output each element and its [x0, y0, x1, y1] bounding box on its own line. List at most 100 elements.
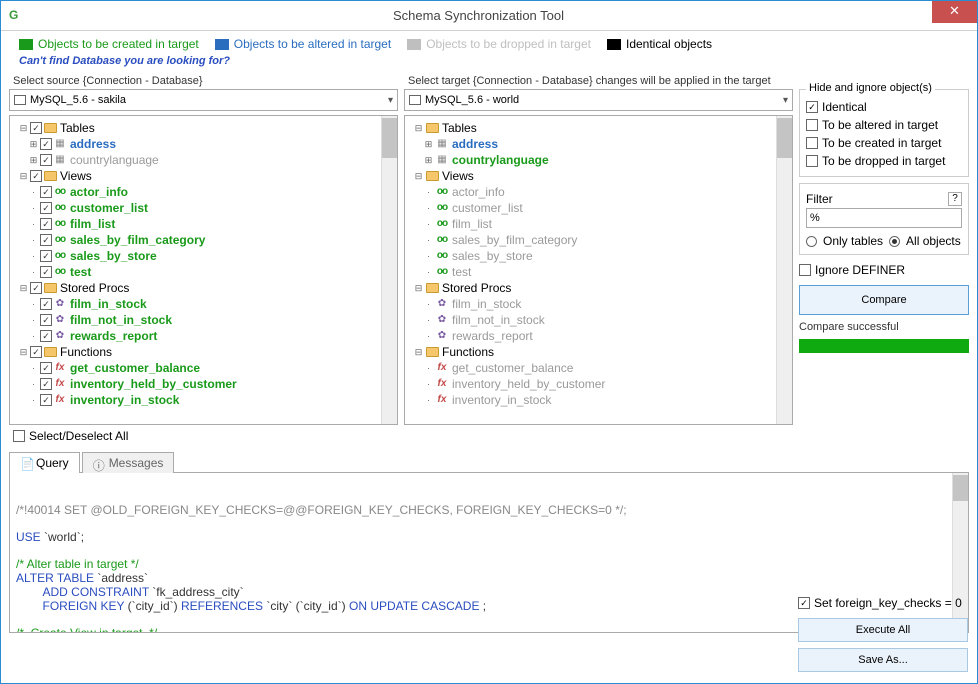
checkbox-icon[interactable]: [40, 250, 52, 262]
expand-icon[interactable]: ⊟: [18, 280, 29, 296]
tree-group[interactable]: ⊟Stored Procs: [14, 280, 397, 296]
expand-icon[interactable]: ⊟: [413, 120, 424, 136]
help-icon[interactable]: ?: [948, 192, 962, 206]
tree-item[interactable]: ·oofilm_list: [409, 216, 792, 232]
tree-item[interactable]: ·fxinventory_held_by_customer: [409, 376, 792, 392]
checkbox-icon[interactable]: [40, 394, 52, 406]
scrollbar[interactable]: [381, 116, 397, 424]
tree-item[interactable]: ·oosales_by_store: [14, 248, 397, 264]
tree-item[interactable]: ·fxinventory_in_stock: [409, 392, 792, 408]
checkbox-icon[interactable]: [40, 266, 52, 278]
tree-item[interactable]: ·ooactor_info: [14, 184, 397, 200]
target-tree[interactable]: ⊟Tables⊞▦address⊞▦countrylanguage⊟Views·…: [404, 115, 793, 425]
chk-dropped[interactable]: To be dropped in target: [806, 152, 962, 170]
scrollbar[interactable]: [776, 116, 792, 424]
tab-query[interactable]: 📄Query: [9, 452, 80, 473]
tree-item[interactable]: ·oosales_by_film_category: [14, 232, 397, 248]
select-all[interactable]: Select/Deselect All: [9, 429, 398, 443]
source-tree[interactable]: ⊟Tables⊞▦address⊞▦countrylanguage⊟Views·…: [9, 115, 398, 425]
chk-ignore-definer[interactable]: Ignore DEFINER: [799, 261, 969, 279]
checkbox-icon[interactable]: [806, 137, 818, 149]
checkbox-icon[interactable]: [798, 597, 810, 609]
tree-item[interactable]: ·oosales_by_film_category: [409, 232, 792, 248]
checkbox-icon[interactable]: [30, 346, 42, 358]
tree-item[interactable]: ⊞▦address: [14, 136, 397, 152]
tree-item[interactable]: ·oocustomer_list: [409, 200, 792, 216]
checkbox-icon[interactable]: [40, 234, 52, 246]
tree-group[interactable]: ⊟Views: [409, 168, 792, 184]
tab-messages[interactable]: ⓘMessages: [82, 452, 175, 473]
expand-icon[interactable]: ⊟: [18, 168, 29, 184]
chk-altered[interactable]: To be altered in target: [806, 116, 962, 134]
compare-button[interactable]: Compare: [799, 285, 969, 315]
tree-item[interactable]: ·✿film_in_stock: [409, 296, 792, 312]
tree-item[interactable]: ·✿film_in_stock: [14, 296, 397, 312]
tree-item[interactable]: ·oosales_by_store: [409, 248, 792, 264]
checkbox-icon[interactable]: [40, 154, 52, 166]
expand-icon[interactable]: ⊟: [18, 344, 29, 360]
tree-item[interactable]: ·ootest: [409, 264, 792, 280]
checkbox-icon[interactable]: [40, 138, 52, 150]
tree-item[interactable]: ·fxinventory_held_by_customer: [14, 376, 397, 392]
tree-item[interactable]: ·✿film_not_in_stock: [14, 312, 397, 328]
tree-item[interactable]: ·✿rewards_report: [409, 328, 792, 344]
radio-all-objects[interactable]: [889, 236, 900, 247]
tree-item[interactable]: ·fxget_customer_balance: [409, 360, 792, 376]
chk-set-fk[interactable]: Set foreign_key_checks = 0: [798, 594, 968, 612]
target-combo[interactable]: MySQL_5.6 - world ▾: [404, 89, 793, 111]
checkbox-icon[interactable]: [40, 298, 52, 310]
tree-group[interactable]: ⊟Functions: [14, 344, 397, 360]
tree-group[interactable]: ⊟Tables: [409, 120, 792, 136]
expand-icon[interactable]: ⊞: [28, 152, 39, 168]
checkbox-icon[interactable]: [799, 264, 811, 276]
tree-item[interactable]: ·oofilm_list: [14, 216, 397, 232]
tree-item[interactable]: ⊞▦address: [409, 136, 792, 152]
tree-item[interactable]: ·oocustomer_list: [14, 200, 397, 216]
expand-icon[interactable]: ⊟: [413, 168, 424, 184]
checkbox-icon[interactable]: [806, 155, 818, 167]
radio-only-tables[interactable]: [806, 236, 817, 247]
close-button[interactable]: ✕: [932, 1, 977, 23]
checkbox-icon[interactable]: [806, 119, 818, 131]
tree-group[interactable]: ⊟Views: [14, 168, 397, 184]
tree-item[interactable]: ·✿rewards_report: [14, 328, 397, 344]
cant-find-link[interactable]: Can't find Database you are looking for?: [1, 53, 977, 73]
tree-group[interactable]: ⊟Stored Procs: [409, 280, 792, 296]
tree-item[interactable]: ⊞▦countrylanguage: [409, 152, 792, 168]
checkbox-icon[interactable]: [806, 101, 818, 113]
scroll-thumb[interactable]: [953, 475, 968, 501]
expand-icon[interactable]: ⊞: [423, 152, 434, 168]
tree-item[interactable]: ·✿film_not_in_stock: [409, 312, 792, 328]
tree-item[interactable]: ⊞▦countrylanguage: [14, 152, 397, 168]
checkbox-icon[interactable]: [40, 218, 52, 230]
filter-input[interactable]: [806, 208, 962, 228]
tree-item[interactable]: ·ooactor_info: [409, 184, 792, 200]
expand-icon[interactable]: ⊟: [413, 344, 424, 360]
chk-created[interactable]: To be created in target: [806, 134, 962, 152]
checkbox-icon[interactable]: [30, 122, 42, 134]
tree-group[interactable]: ⊟Tables: [14, 120, 397, 136]
checkbox-icon[interactable]: [40, 362, 52, 374]
execute-all-button[interactable]: Execute All: [798, 618, 968, 642]
scroll-thumb[interactable]: [382, 118, 397, 158]
checkbox-icon[interactable]: [40, 378, 52, 390]
checkbox-icon[interactable]: [30, 170, 42, 182]
expand-icon[interactable]: ⊟: [18, 120, 29, 136]
checkbox-icon[interactable]: [40, 314, 52, 326]
chk-identical[interactable]: Identical: [806, 98, 962, 116]
checkbox-icon[interactable]: [40, 186, 52, 198]
tree-group[interactable]: ⊟Functions: [409, 344, 792, 360]
tree-item[interactable]: ·fxinventory_in_stock: [14, 392, 397, 408]
expand-icon[interactable]: ⊞: [423, 136, 434, 152]
source-combo[interactable]: MySQL_5.6 - sakila ▾: [9, 89, 398, 111]
select-all-checkbox[interactable]: [13, 430, 25, 442]
tree-item[interactable]: ·ootest: [14, 264, 397, 280]
checkbox-icon[interactable]: [30, 282, 42, 294]
tree-item[interactable]: ·fxget_customer_balance: [14, 360, 397, 376]
expand-icon[interactable]: ⊟: [413, 280, 424, 296]
checkbox-icon[interactable]: [40, 330, 52, 342]
scroll-thumb[interactable]: [777, 118, 792, 158]
checkbox-icon[interactable]: [40, 202, 52, 214]
save-as-button[interactable]: Save As...: [798, 648, 968, 672]
expand-icon[interactable]: ⊞: [28, 136, 39, 152]
